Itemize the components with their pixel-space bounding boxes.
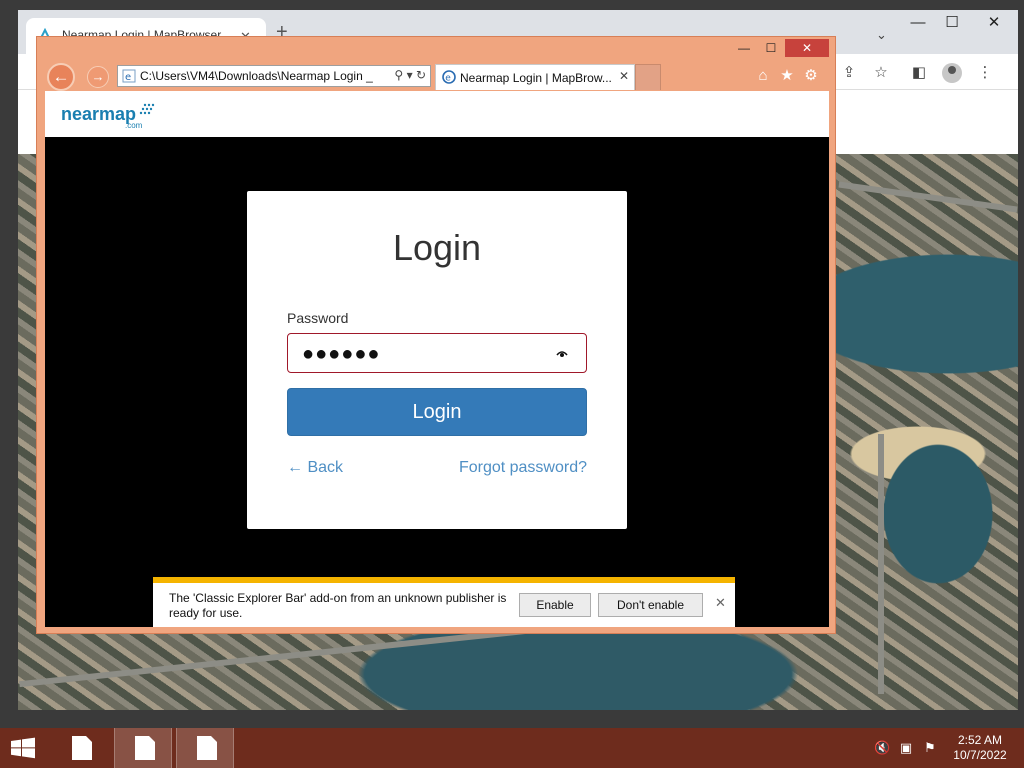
back-icon[interactable]: ←	[47, 63, 75, 91]
home-icon[interactable]: ⌂	[753, 67, 773, 85]
ie-minimize-icon[interactable]: —	[731, 39, 757, 57]
ie-navigation-bar: ← → e C:\Users\VM4\Downloads\Nearmap Log…	[37, 59, 835, 91]
nearmap-logo[interactable]: nearmap .com	[59, 99, 169, 131]
login-title: Login	[392, 227, 482, 268]
map-road	[878, 434, 884, 694]
logo-subtext: .com	[125, 121, 143, 130]
ie-page-icon: e	[122, 69, 136, 83]
document-icon	[72, 736, 92, 760]
svg-text:e: e	[125, 72, 131, 83]
ie-address-controls: ⚲ ▾ ↻	[390, 68, 426, 82]
menu-icon[interactable]: ⋮	[974, 62, 996, 84]
password-field[interactable]: ●●●●●●	[287, 333, 587, 373]
ie-page-content: nearmap .com Login Password ●●●●●● Login…	[45, 91, 829, 627]
ie-tab-icon: e	[442, 70, 456, 84]
ie-tab-title: Nearmap Login | MapBrow...	[460, 71, 612, 85]
profile-icon[interactable]	[942, 63, 962, 83]
ie-window: — ☐ ✕ ← → e C:\Users\VM4\Downloads\Nearm…	[36, 36, 836, 634]
volume-muted-icon[interactable]: 🔇	[874, 740, 890, 756]
bookmark-star-icon[interactable]: ☆	[870, 62, 892, 84]
dropdown-arrow-icon[interactable]: ▾	[407, 68, 413, 82]
taskbar-item-document[interactable]	[114, 728, 172, 768]
action-center-icon[interactable]: ⚑	[922, 740, 938, 756]
search-icon[interactable]: ⚲	[394, 68, 403, 82]
ie-close-icon[interactable]: ✕	[785, 39, 829, 57]
refresh-icon[interactable]: ↻	[416, 68, 426, 82]
back-link[interactable]: ← Back	[287, 459, 343, 477]
map-road	[19, 626, 537, 688]
share-icon[interactable]: ⇪	[838, 62, 860, 84]
svg-text:e: e	[445, 74, 451, 84]
tab-search-icon[interactable]: ⌄	[876, 27, 887, 43]
show-password-eye-icon[interactable]	[556, 348, 568, 360]
nearmap-header: nearmap .com	[45, 91, 829, 137]
password-value: ●●●●●●	[302, 343, 381, 365]
dont-enable-button[interactable]: Don't enable	[598, 593, 703, 617]
system-clock[interactable]: 2:52 AM 10/7/2022	[944, 733, 1016, 763]
network-icon[interactable]: ▣	[898, 740, 914, 756]
ie-new-tab-button[interactable]	[635, 64, 661, 90]
ie-tab-close-icon[interactable]: ✕	[619, 69, 629, 83]
login-button[interactable]: Login	[287, 388, 587, 436]
password-label: Password	[287, 310, 349, 326]
ie-address-bar[interactable]: e C:\Users\VM4\Downloads\Nearmap Login _…	[117, 65, 431, 87]
login-card: Login Password ●●●●●● Login ← Back Forgo…	[247, 191, 627, 529]
chrome-maximize-icon[interactable]: ☐	[932, 12, 972, 36]
taskbar: 🔇 ▣ ⚑ 2:52 AM 10/7/2022	[0, 728, 1024, 768]
ie-address-text: C:\Users\VM4\Downloads\Nearmap Login _	[140, 69, 373, 83]
clock-time: 2:52 AM	[957, 733, 1003, 747]
document-icon	[197, 736, 217, 760]
enable-button[interactable]: Enable	[519, 593, 591, 617]
ie-titlebar[interactable]: — ☐ ✕	[37, 37, 835, 59]
chrome-close-icon[interactable]: ✕	[974, 12, 1014, 36]
document-icon	[135, 736, 155, 760]
ie-tab[interactable]: e Nearmap Login | MapBrow... ✕	[435, 64, 635, 90]
forgot-password-link[interactable]: Forgot password?	[459, 459, 587, 477]
addon-notification-bar: The 'Classic Explorer Bar' add-on from a…	[153, 577, 735, 627]
taskbar-item-document[interactable]	[176, 728, 234, 768]
taskbar-item-document[interactable]	[52, 728, 110, 768]
map-road	[838, 181, 1018, 213]
clock-date: 10/7/2022	[953, 748, 1007, 762]
forward-icon[interactable]: →	[87, 66, 109, 88]
windows-start-icon[interactable]	[0, 728, 46, 768]
notification-message: The 'Classic Explorer Bar' add-on from a…	[169, 591, 507, 620]
notification-close-icon[interactable]: ✕	[715, 595, 726, 611]
ie-maximize-icon[interactable]: ☐	[757, 39, 785, 57]
side-panel-icon[interactable]: ◧	[908, 62, 930, 84]
favorites-star-icon[interactable]: ★	[777, 67, 797, 85]
settings-gear-icon[interactable]: ⚙	[801, 67, 821, 85]
